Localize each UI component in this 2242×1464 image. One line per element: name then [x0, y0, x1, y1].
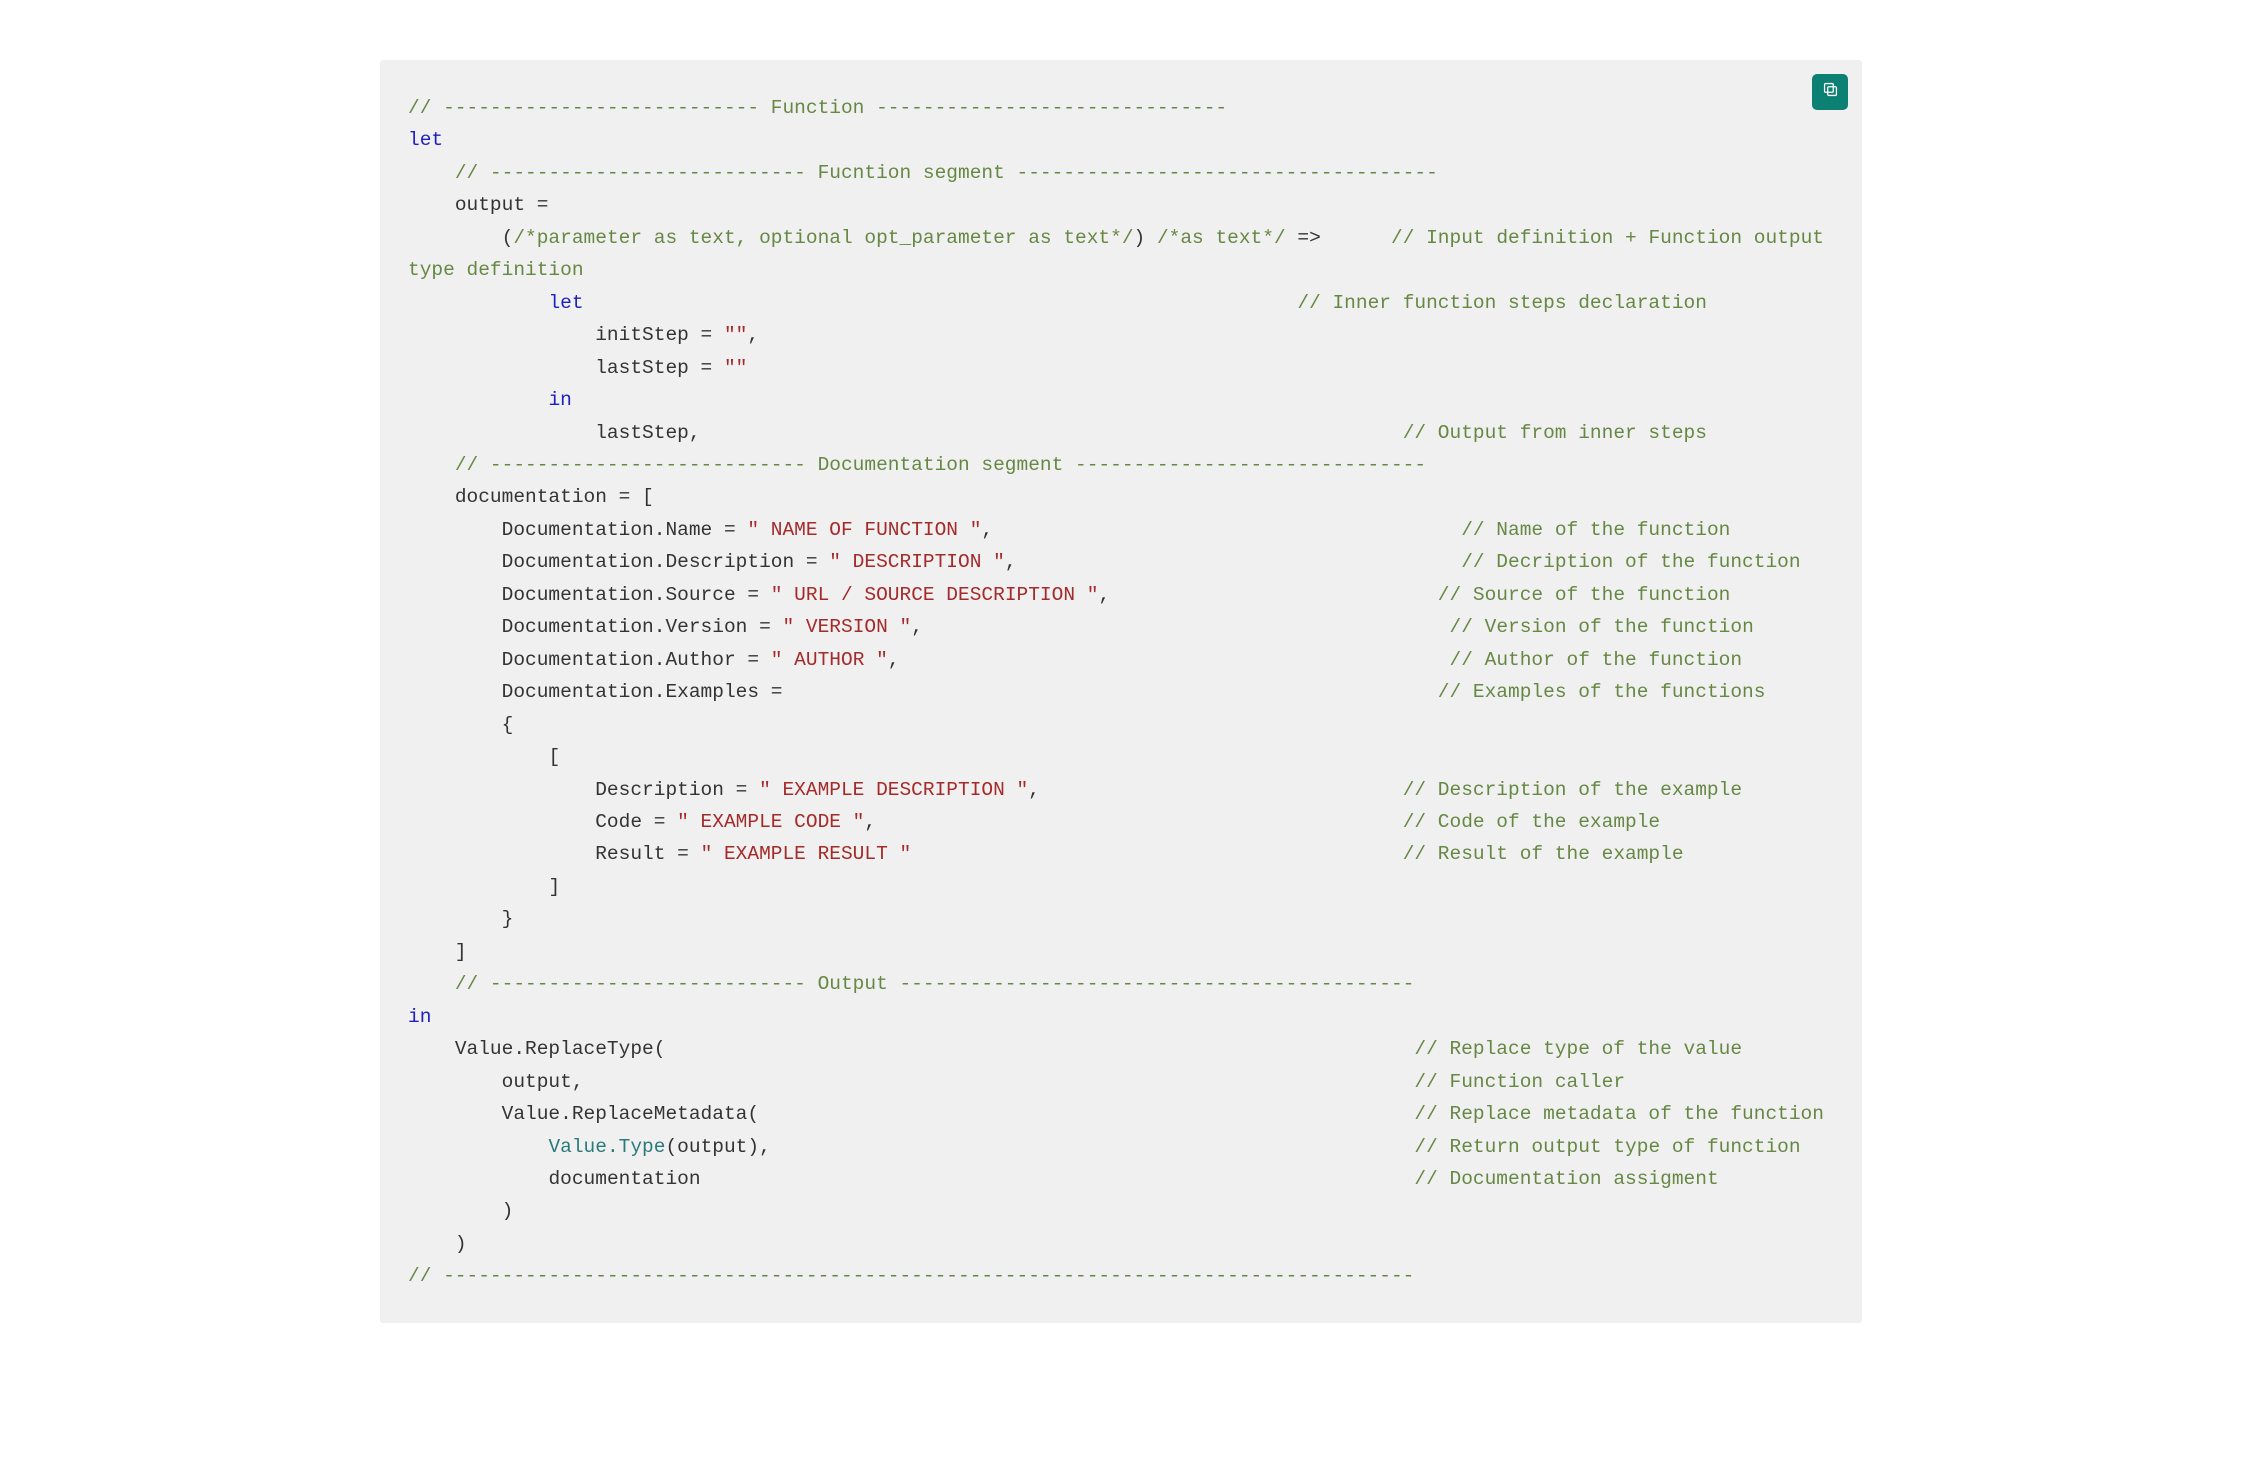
code-vtype-tail: (output), [665, 1136, 770, 1158]
code-ex-desc: Description = [595, 779, 759, 801]
code-paren-close-outer: ) [455, 1233, 467, 1255]
code-brace-open: { [502, 714, 514, 736]
comment-name: // Name of the function [1461, 519, 1730, 541]
string-empty-1: "" [724, 324, 747, 346]
comment-inner-decl: // Inner function steps declaration [1297, 292, 1707, 314]
code-comma-ed: , [1028, 779, 1040, 801]
comment-ex-result: // Result of the example [1403, 843, 1684, 865]
code-vtype: Value.Type [548, 1136, 665, 1158]
keyword-let-inner: let [548, 292, 583, 314]
code-ex-code: Code = [595, 811, 677, 833]
comment-params: /*parameter as text, optional opt_parame… [513, 227, 1133, 249]
code-laststep-call: lastStep, [595, 422, 700, 444]
string-ex-descr: " EXAMPLE DESCRIPTION " [759, 779, 1028, 801]
code-bracket-close: ] [548, 876, 560, 898]
code-vrt-open: Value.ReplaceType( [455, 1038, 666, 1060]
code-comma-s: , [1098, 584, 1110, 606]
code-laststep-assign: lastStep = [595, 357, 724, 379]
comment-return-type: // Return output type of function [1414, 1136, 1800, 1158]
comment-output-inner: // Output from inner steps [1403, 422, 1707, 444]
code-doc-ver: Documentation.Version = [502, 616, 783, 638]
comment-version: // Version of the function [1450, 616, 1754, 638]
comment-final-rule: // -------------------------------------… [408, 1265, 1414, 1287]
comment-descr: // Decription of the function [1461, 551, 1800, 573]
comment-source: // Source of the function [1438, 584, 1731, 606]
string-version: " VERSION " [782, 616, 911, 638]
code-ex-res: Result = [595, 843, 700, 865]
string-name: " NAME OF FUNCTION " [747, 519, 981, 541]
comment-doc-assign: // Documentation assigment [1414, 1168, 1718, 1190]
code-doc-auth: Documentation.Author = [502, 649, 771, 671]
code-vrm-open: Value.ReplaceMetadata( [502, 1103, 759, 1125]
code-block: // --------------------------- Function … [380, 60, 1862, 1323]
code-comma-d: , [1005, 551, 1017, 573]
string-ex-code: " EXAMPLE CODE " [677, 811, 864, 833]
copy-icon [1821, 80, 1840, 104]
code-arrow: => [1297, 227, 1320, 249]
code-comma-a: , [888, 649, 900, 671]
string-source: " URL / SOURCE DESCRIPTION " [771, 584, 1099, 606]
comment-author: // Author of the function [1450, 649, 1743, 671]
code-comma-v: , [911, 616, 923, 638]
code-comma-1: , [747, 324, 759, 346]
string-author: " AUTHOR " [771, 649, 888, 671]
string-ex-result: " EXAMPLE RESULT " [701, 843, 912, 865]
string-descr: " DESCRIPTION " [829, 551, 1005, 573]
code-doc-desc: Documentation.Description = [502, 551, 830, 573]
code-doc-src: Documentation.Source = [502, 584, 771, 606]
keyword-in-inner: in [548, 389, 571, 411]
copy-button[interactable] [1812, 74, 1848, 110]
comment-replace-meta: // Replace metadata of the function [1414, 1103, 1824, 1125]
code-bracket-open: [ [548, 746, 560, 768]
code: // --------------------------- Function … [408, 92, 1834, 1293]
comment-ex-descr: // Description of the example [1403, 779, 1742, 801]
comment-function-segment: // --------------------------- Fucntion … [455, 162, 1438, 184]
keyword-let: let [408, 129, 443, 151]
code-doc-name: Documentation.Name = [502, 519, 748, 541]
code-paren-close-inner: ) [502, 1200, 514, 1222]
code-doc-ident: documentation [548, 1168, 700, 1190]
comment-doc-segment: // --------------------------- Documenta… [455, 454, 1426, 476]
code-doc-close: ] [455, 941, 467, 963]
comment-function-section: // --------------------------- Function … [408, 97, 1227, 119]
string-empty-2: "" [724, 357, 747, 379]
code-comma-n: , [981, 519, 993, 541]
comment-examples: // Examples of the functions [1438, 681, 1766, 703]
code-brace-close: } [502, 908, 514, 930]
comment-replace-type: // Replace type of the value [1414, 1038, 1742, 1060]
code-output-eq: output = [455, 194, 549, 216]
comment-as-text: /*as text*/ [1157, 227, 1286, 249]
code-initstep: initStep = [595, 324, 724, 346]
code-doc-eq: documentation = [ [455, 486, 654, 508]
keyword-in: in [408, 1006, 431, 1028]
comment-output-section: // --------------------------- Output --… [455, 973, 1415, 995]
code-output-arg: output, [502, 1071, 584, 1093]
comment-ex-code: // Code of the example [1403, 811, 1660, 833]
comment-func-caller: // Function caller [1414, 1071, 1625, 1093]
code-comma-ec: , [864, 811, 876, 833]
code-doc-ex: Documentation.Examples = [502, 681, 783, 703]
